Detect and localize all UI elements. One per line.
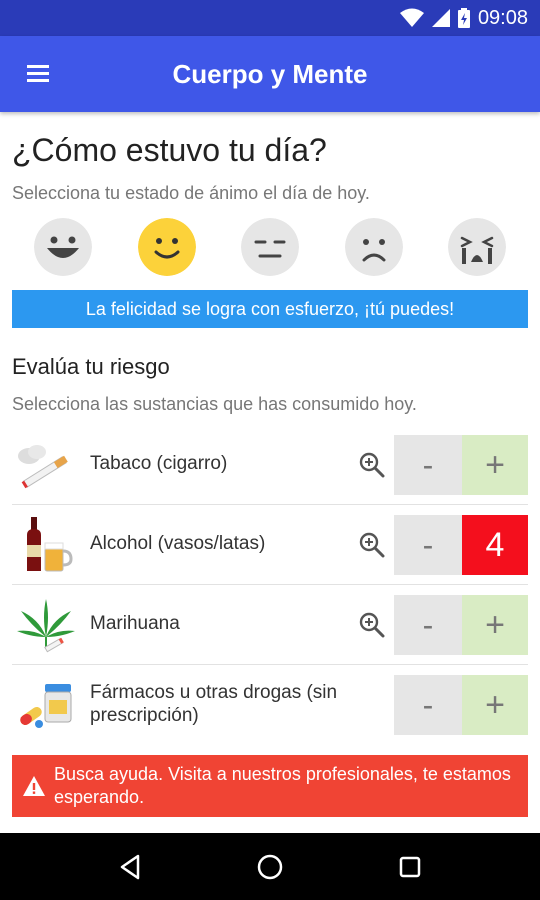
mood-title: ¿Cómo estuvo tu día?	[12, 132, 327, 168]
recents-icon[interactable]	[380, 837, 440, 897]
risk-subtitle: Selecciona las sustancias que has consum…	[12, 394, 417, 414]
warning-icon	[23, 776, 45, 796]
hamburger-menu-icon[interactable]	[0, 36, 78, 112]
battery-icon	[457, 8, 470, 28]
mood-subtitle: Selecciona tu estado de ánimo el día de …	[12, 183, 370, 203]
app-title: Cuerpo y Mente	[172, 58, 368, 89]
sad-face-icon[interactable]	[344, 218, 403, 276]
system-nav-bar	[0, 833, 540, 900]
mood-message-banner: La felicidad se logra con esfuerzo, ¡tú …	[12, 290, 528, 328]
substance-label: Marihuana	[90, 613, 180, 635]
risk-title: Evalúa tu riesgo	[12, 354, 170, 379]
zoom-in-icon[interactable]	[358, 611, 386, 639]
alcohol-icon	[12, 515, 80, 575]
crying-face-icon[interactable]	[448, 218, 506, 276]
neutral-face-icon[interactable]	[241, 218, 299, 276]
decrement-button[interactable]: -	[394, 515, 462, 575]
substance-label: Fármacos u otras drogas (sin prescripció…	[90, 682, 338, 726]
substance-row-alcohol: Alcohol (vasos/latas) - 4	[12, 505, 528, 585]
substance-row-marihuana: Marihuana - +	[12, 585, 528, 665]
happy-face-icon[interactable]	[137, 218, 196, 276]
decrement-button[interactable]: -	[394, 675, 462, 735]
substance-label: Alcohol (vasos/latas)	[90, 533, 266, 555]
substance-row-farmacos: Fármacos u otras drogas (sin prescripció…	[12, 665, 528, 745]
substance-label: Tabaco (cigarro)	[90, 453, 228, 475]
zoom-in-icon[interactable]	[358, 531, 386, 559]
decrement-button[interactable]: -	[394, 595, 462, 655]
app-toolbar: Cuerpo y Mente	[0, 36, 540, 112]
warning-text: Busca ayuda. Visita a nuestros profesion…	[54, 763, 511, 807]
substance-list: Tabaco (cigarro) - + Alcohol (vasos/lata…	[12, 425, 528, 745]
mood-selector	[12, 218, 528, 276]
very-happy-face-icon[interactable]	[34, 218, 92, 276]
increment-button[interactable]: +	[462, 675, 528, 735]
status-time: 09:08	[477, 6, 528, 29]
cannabis-leaf-icon	[12, 595, 80, 655]
increment-button[interactable]: +	[462, 435, 528, 495]
main-content: ¿Cómo estuvo tu día? Selecciona tu estad…	[12, 112, 528, 817]
status-bar: 09:08	[0, 0, 540, 36]
cigarette-icon	[12, 435, 80, 495]
zoom-in-icon[interactable]	[358, 451, 386, 479]
warning-banner: Busca ayuda. Visita a nuestros profesion…	[12, 755, 528, 817]
pills-icon	[12, 675, 80, 735]
substance-row-tabaco: Tabaco (cigarro) - +	[12, 425, 528, 505]
count-increment-button[interactable]: 4	[462, 515, 528, 575]
home-icon[interactable]	[240, 837, 300, 897]
back-icon[interactable]	[100, 837, 160, 897]
signal-icon	[431, 9, 450, 27]
wifi-icon	[399, 8, 424, 28]
increment-button[interactable]: +	[462, 595, 528, 655]
decrement-button[interactable]: -	[394, 435, 462, 495]
